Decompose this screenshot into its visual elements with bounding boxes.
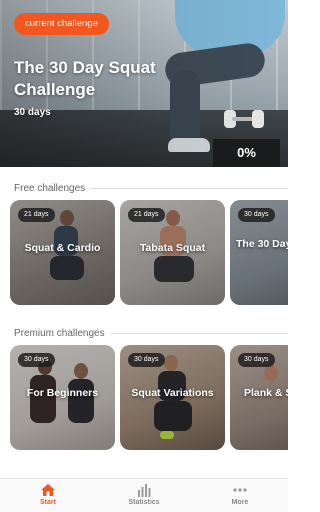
current-challenge-badge: current challenge <box>14 13 109 35</box>
bar-chart-icon <box>138 484 151 497</box>
challenge-card-plank-squat[interactable]: 30 days Plank & Squat <box>230 345 288 450</box>
divider <box>110 332 288 334</box>
nav-item-statistics[interactable]: Statistics <box>96 479 192 512</box>
challenge-name: Tabata Squat <box>139 242 206 254</box>
challenge-card-squat-cardio[interactable]: 21 days Squat & Cardio <box>10 200 115 305</box>
home-icon <box>41 484 55 496</box>
divider <box>91 187 288 189</box>
bottom-navigation: Start Statistics More <box>0 478 288 512</box>
days-badge: 30 days <box>18 353 55 367</box>
section-title: Premium challenges <box>14 327 105 339</box>
days-badge: 30 days <box>128 353 165 367</box>
challenge-card-for-beginners[interactable]: 30 days For Beginners <box>10 345 115 450</box>
more-dots-icon <box>233 488 247 492</box>
nav-item-more[interactable]: More <box>192 479 288 512</box>
days-badge: 30 days <box>238 208 275 222</box>
nav-label: Statistics <box>128 499 160 506</box>
days-badge: 21 days <box>18 208 55 222</box>
challenge-card-squat-variations[interactable]: 30 days Squat Variations <box>120 345 225 450</box>
challenge-name: Plank & Squat <box>244 387 288 399</box>
nav-item-start[interactable]: Start <box>0 479 96 512</box>
challenge-name: The 30 Day Squat Challenge <box>236 238 288 250</box>
days-badge: 30 days <box>238 353 275 367</box>
progress-indicator: 0% <box>213 139 280 167</box>
hero-days: 30 days <box>14 107 51 118</box>
free-challenges-header: Free challenges <box>14 181 288 195</box>
section-title: Free challenges <box>14 182 86 194</box>
nav-label: More <box>231 499 249 506</box>
nav-label: Start <box>40 499 56 506</box>
current-challenge-hero[interactable]: current challenge The 30 Day Squat Chall… <box>0 0 288 167</box>
days-badge: 21 days <box>128 208 165 222</box>
hero-title: The 30 Day Squat Challenge <box>14 58 156 99</box>
challenge-card-tabata-squat[interactable]: 21 days Tabata Squat <box>120 200 225 305</box>
challenge-name: Squat Variations <box>131 387 214 399</box>
premium-challenges-row[interactable]: 30 days For Beginners 30 days Squat Vari… <box>10 345 288 450</box>
challenge-card-30-day-squat[interactable]: 30 days The 30 Day Squat Challenge <box>230 200 288 305</box>
free-challenges-row[interactable]: 21 days Squat & Cardio 21 days Tabata Sq… <box>10 200 288 305</box>
challenge-name: For Beginners <box>26 387 99 399</box>
premium-challenges-header: Premium challenges <box>14 326 288 340</box>
challenge-name: Squat & Cardio <box>24 242 101 254</box>
